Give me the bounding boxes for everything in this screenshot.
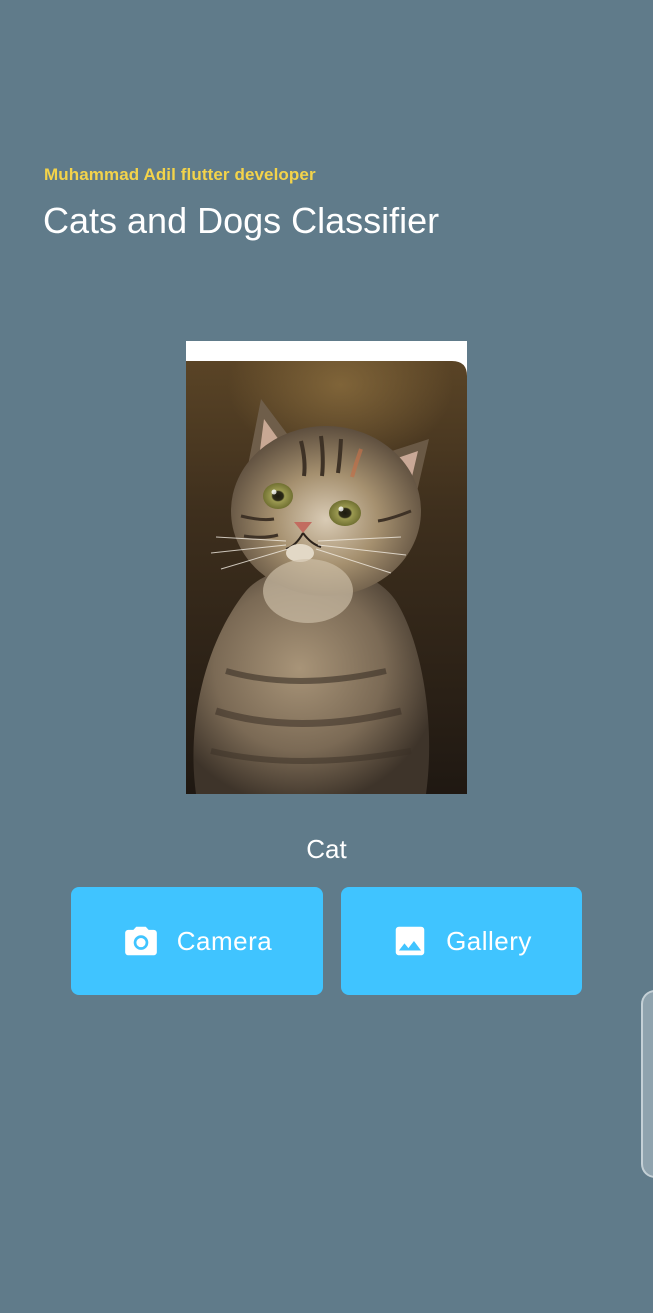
preview-image	[186, 341, 467, 794]
cat-photo	[186, 361, 467, 794]
edge-panel-handle[interactable]	[641, 990, 653, 1178]
image-icon	[391, 922, 429, 960]
camera-button[interactable]: Camera	[71, 887, 323, 995]
camera-icon	[122, 922, 160, 960]
prediction-result: Cat	[306, 834, 347, 864]
gallery-button-label: Gallery	[446, 925, 532, 956]
developer-label: Muhammad Adil flutter developer	[44, 165, 316, 184]
page-title: Cats and Dogs Classifier	[43, 200, 440, 241]
gallery-button[interactable]: Gallery	[341, 887, 582, 995]
camera-button-label: Camera	[176, 925, 273, 956]
